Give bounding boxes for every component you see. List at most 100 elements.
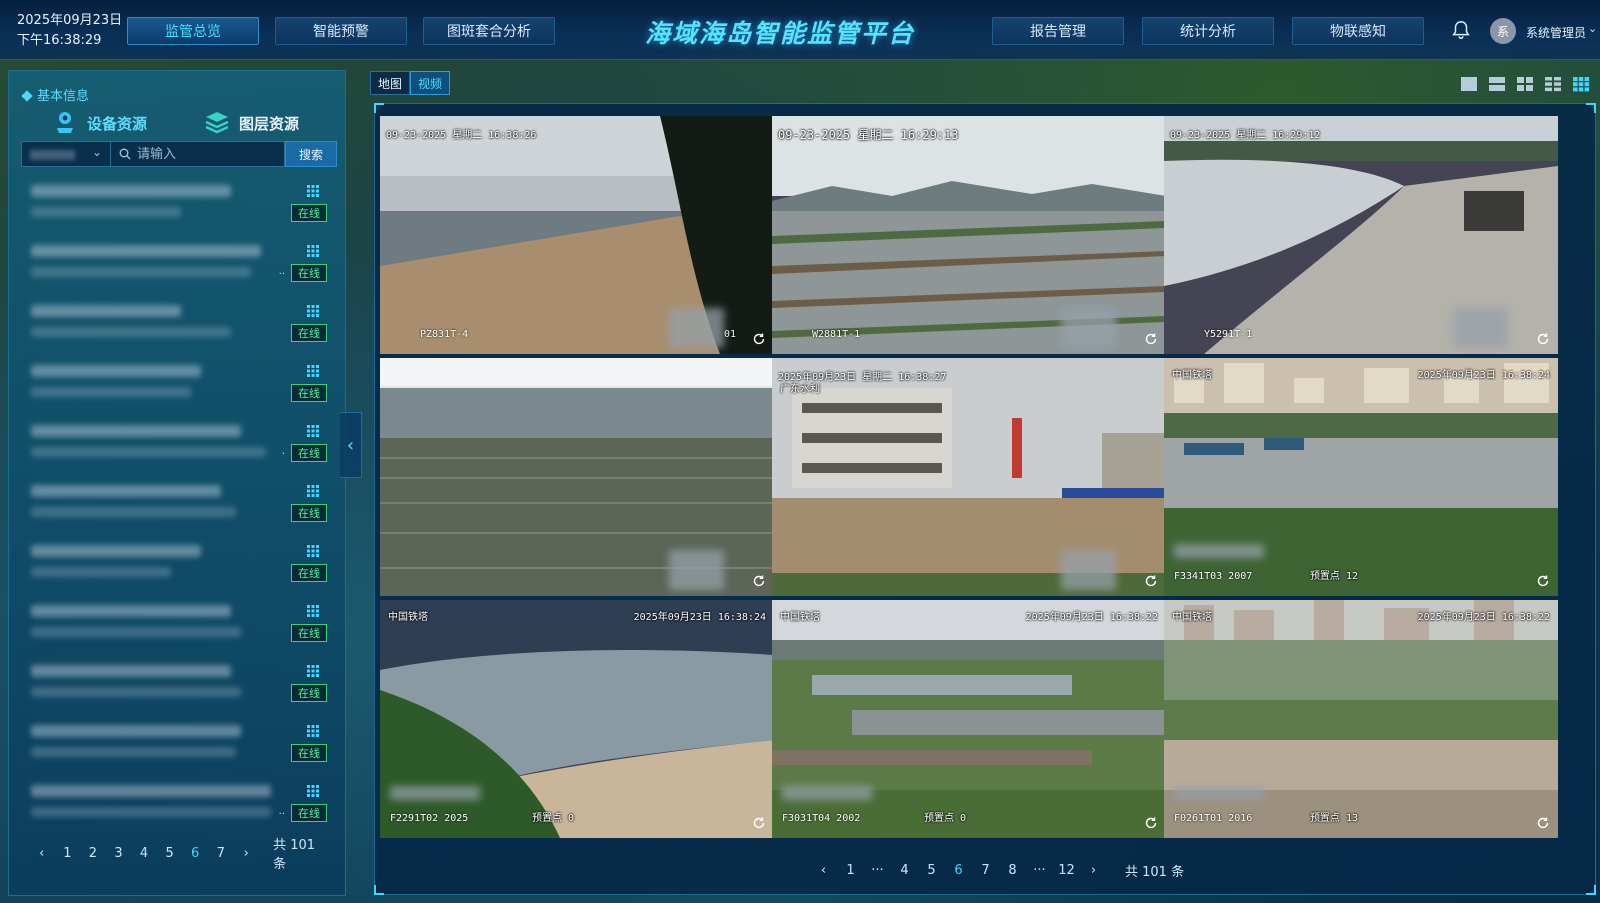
device-page-button[interactable]: 1: [55, 846, 81, 861]
video-timestamp: 09-23-2025 星期二 16:29:13: [778, 128, 959, 142]
video-page-button[interactable]: 8: [999, 863, 1026, 878]
nav-tab-statistics[interactable]: 统计分析: [1142, 17, 1274, 45]
device-page-button[interactable]: 3: [106, 846, 132, 861]
layout-1x1-icon[interactable]: [1458, 73, 1480, 95]
chevron-down-icon[interactable]: ⌄: [1588, 22, 1597, 35]
camera-id: F3031T04 2002: [782, 813, 861, 824]
layout-1x2-icon[interactable]: [1486, 73, 1508, 95]
camera-id: Y5291T-1: [1204, 329, 1253, 340]
avatar[interactable]: 系: [1490, 18, 1516, 44]
chevron-down-icon: ⌄: [91, 145, 102, 159]
tab-video[interactable]: 视频: [410, 71, 450, 95]
grid-icon[interactable]: [307, 545, 319, 557]
grid-icon[interactable]: [307, 485, 319, 497]
device-prev-button[interactable]: ‹: [29, 846, 55, 861]
video-next-button[interactable]: ›: [1080, 863, 1107, 878]
video-cell[interactable]: 09-23-2025 星期二 16:29:13 W2881T-1: [772, 116, 1166, 354]
top-header: 2025年09月23日 下午16:38:29 监管总览 智能预警 图斑套合分析 …: [0, 0, 1600, 60]
grid-icon[interactable]: [307, 185, 319, 197]
device-page-button[interactable]: 4: [131, 846, 157, 861]
layout-2x3-icon[interactable]: [1542, 73, 1564, 95]
refresh-icon[interactable]: [1144, 816, 1158, 830]
video-page-button[interactable]: 12: [1053, 863, 1080, 878]
grid-icon[interactable]: [307, 305, 319, 317]
list-item[interactable]: ·· 在线: [21, 239, 337, 299]
device-name-blurred: [31, 785, 271, 797]
video-page-button[interactable]: ···: [1026, 863, 1053, 878]
video-page-button[interactable]: 7: [972, 863, 999, 878]
datetime: 2025年09月23日 下午16:38:29: [17, 11, 122, 51]
device-list: 在线 ·· 在线 在线 在线 · 在线 在线 在线 在线 在线 在线 ·· 在线: [21, 179, 337, 839]
video-cell[interactable]: [380, 358, 774, 596]
tab-map[interactable]: 地图: [370, 71, 410, 95]
search-input[interactable]: [137, 146, 267, 162]
video-page-button[interactable]: 5: [918, 863, 945, 878]
list-item[interactable]: 在线: [21, 359, 337, 419]
status-badge: 在线: [291, 264, 327, 282]
video-cell[interactable]: 2025年09月23日 16:38:22 中国铁塔 F0261T01 2016 预置点…: [1164, 600, 1558, 838]
category-select[interactable]: ⌄: [21, 141, 111, 167]
nav-tab-reports[interactable]: 报告管理: [992, 17, 1124, 45]
list-item[interactable]: 在线: [21, 479, 337, 539]
refresh-icon[interactable]: [1144, 574, 1158, 588]
layout-2x2-icon[interactable]: [1514, 73, 1536, 95]
refresh-icon[interactable]: [752, 332, 766, 346]
video-page-button[interactable]: 6: [945, 863, 972, 878]
nav-tab-warning[interactable]: 智能预警: [275, 17, 407, 45]
status-badge: 在线: [291, 624, 327, 642]
video-page-button[interactable]: 4: [891, 863, 918, 878]
refresh-icon[interactable]: [1536, 332, 1550, 346]
video-cell[interactable]: 09-23-2025 星期二 16:29:12 Y5291T-1: [1164, 116, 1558, 354]
camera-id: F2291T02 2025: [390, 813, 469, 824]
video-page-button[interactable]: 1: [837, 863, 864, 878]
refresh-icon[interactable]: [1536, 574, 1550, 588]
layout-3x3-icon[interactable]: [1570, 73, 1592, 95]
refresh-icon[interactable]: [752, 816, 766, 830]
list-item[interactable]: 在线: [21, 299, 337, 359]
grid-icon[interactable]: [307, 785, 319, 797]
blurred-region: [1453, 308, 1508, 348]
video-page-button[interactable]: ···: [864, 863, 891, 878]
tab-device-resources[interactable]: 设备资源: [51, 107, 147, 139]
preset-label: 预置点 12: [1309, 571, 1358, 582]
video-prev-button[interactable]: ‹: [810, 863, 837, 878]
device-page-button[interactable]: 7: [208, 846, 234, 861]
grid-icon[interactable]: [307, 725, 319, 737]
list-item[interactable]: 在线: [21, 539, 337, 599]
video-cell[interactable]: 2025年09月23日 16:38:24 中国铁塔 F2291T02 2025 预置点…: [380, 600, 774, 838]
video-cell[interactable]: 2025年09月23日 星期二 16:38:27 广东水利: [772, 358, 1166, 596]
search-button[interactable]: 搜索: [285, 141, 337, 167]
status-badge: 在线: [291, 444, 327, 462]
video-source-label: 中国铁塔: [1172, 370, 1212, 381]
chevron-left-icon[interactable]: ‹: [340, 412, 362, 478]
video-cell[interactable]: 2025年09月23日 16:38:24 中国铁塔 F3341T03 2007 预置点…: [1164, 358, 1558, 596]
layers-icon: [205, 112, 229, 134]
user-name[interactable]: 系统管理员: [1526, 24, 1586, 41]
grid-icon[interactable]: [307, 605, 319, 617]
grid-icon[interactable]: [307, 425, 319, 437]
list-item[interactable]: 在线: [21, 719, 337, 779]
device-page-button[interactable]: 6: [182, 846, 208, 861]
list-item[interactable]: · 在线: [21, 419, 337, 479]
refresh-icon[interactable]: [752, 574, 766, 588]
status-badge: 在线: [291, 504, 327, 522]
grid-icon[interactable]: [307, 245, 319, 257]
list-item[interactable]: ·· 在线: [21, 779, 337, 839]
device-page-button[interactable]: 2: [80, 846, 106, 861]
nav-tab-overview[interactable]: 监管总览: [127, 17, 259, 45]
nav-tab-overlay-analysis[interactable]: 图斑套合分析: [423, 17, 555, 45]
video-cell[interactable]: 2025年09月23日 16:38:22 中国铁塔 F3031T04 2002 预置点…: [772, 600, 1166, 838]
device-next-button[interactable]: ›: [234, 846, 260, 861]
bell-icon[interactable]: [1450, 19, 1472, 41]
device-page-button[interactable]: 5: [157, 846, 183, 861]
list-item[interactable]: 在线: [21, 659, 337, 719]
refresh-icon[interactable]: [1536, 816, 1550, 830]
video-cell[interactable]: 09-23-2025 星期二 16:38:26 PZ831T-4 01: [380, 116, 774, 354]
list-item[interactable]: 在线: [21, 179, 337, 239]
nav-tab-iot[interactable]: 物联感知: [1292, 17, 1424, 45]
grid-icon[interactable]: [307, 365, 319, 377]
tab-layer-resources[interactable]: 图层资源: [203, 107, 299, 139]
refresh-icon[interactable]: [1144, 332, 1158, 346]
list-item[interactable]: 在线: [21, 599, 337, 659]
grid-icon[interactable]: [307, 665, 319, 677]
